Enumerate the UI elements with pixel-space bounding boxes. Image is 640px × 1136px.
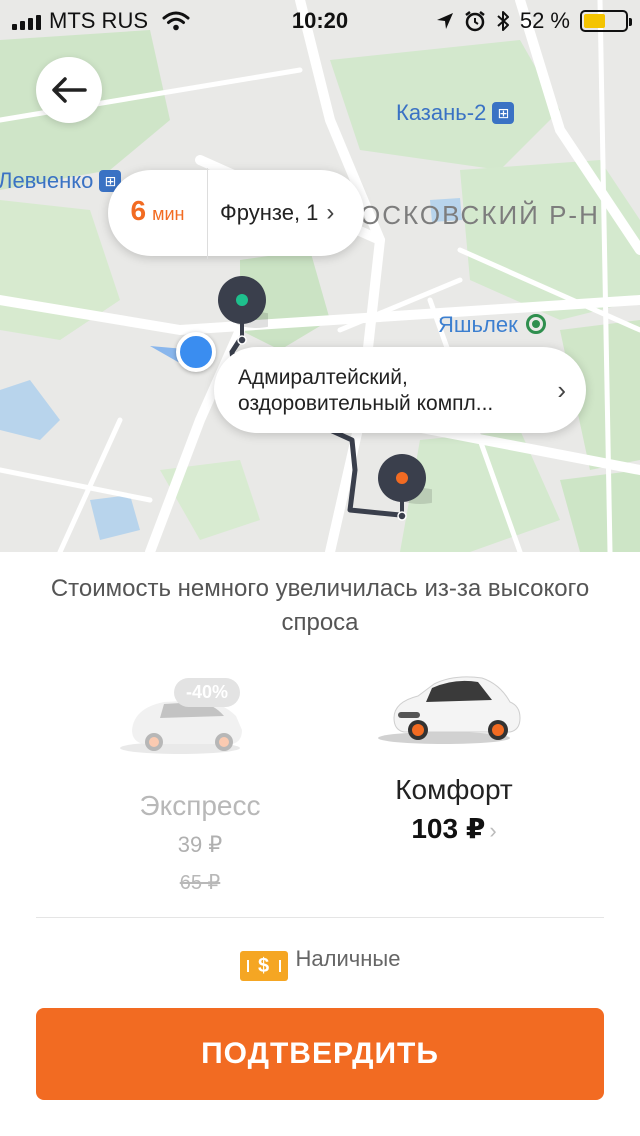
map-label-kazan: Казань-2 ⊞: [396, 100, 515, 126]
chevron-right-icon: ›: [557, 375, 566, 405]
station-name: Казань-2: [396, 100, 487, 125]
map-label-yashlek: Яшьлек: [438, 312, 546, 338]
tariff-name: Комфорт: [395, 774, 513, 805]
pickup-eta-pill[interactable]: 6 мин Фрунзе, 1 ›: [108, 167, 364, 259]
tariff-price-row: 103 ₽ ›: [314, 812, 594, 845]
metro-icon: [525, 314, 546, 334]
destination-pin-icon: [378, 454, 432, 521]
arrow-left-icon: [52, 77, 87, 103]
tariff-name: Экспресс: [139, 790, 261, 821]
wifi-icon: [162, 11, 190, 31]
car-image: [314, 672, 594, 762]
surge-notice: Стоимость немного увеличилась из-за высо…: [50, 575, 590, 636]
payment-method-label: Наличные: [295, 946, 401, 971]
alarm-icon: [465, 11, 485, 32]
destination-pill[interactable]: Адмиралтейский, оздоровительный компл...…: [214, 347, 586, 433]
battery-level: [584, 14, 605, 28]
destination-line-1: Адмиралтейский,: [238, 366, 408, 389]
destination-line-2: оздоровительный компл...: [238, 392, 494, 415]
pickup-address-text: Фрунзе, 1: [220, 200, 319, 225]
battery-percent: 52 %: [519, 8, 570, 33]
chevron-right-icon: ›: [326, 199, 335, 226]
carrier-name: MTS RUS: [49, 8, 148, 33]
bluetooth-icon: [497, 11, 509, 31]
cash-icon: $: [239, 951, 288, 981]
tariff-price: 103 ₽: [411, 813, 486, 844]
battery-icon: [580, 10, 632, 32]
status-bar: MTS RUS 10:20 52 %: [0, 0, 640, 40]
tariff-comfort[interactable]: Комфорт 103 ₽ ›: [314, 672, 594, 845]
tariff-price: 39 ₽: [177, 832, 223, 857]
pickup-address: Фрунзе, 1 ›: [208, 199, 364, 227]
station-name: Яшьлек: [438, 312, 518, 337]
tariff-express[interactable]: -40% Экспресс 39 ₽ 65 ₽: [60, 672, 340, 895]
station-name: Левченко: [0, 168, 94, 193]
location-arrow-icon: [436, 13, 453, 29]
user-location-dot: [176, 332, 216, 372]
eta-value: 6: [130, 194, 147, 226]
map-label-district: ОСКОВСКИЙ Р-Н: [360, 200, 600, 230]
confirm-button[interactable]: ПОДТВЕРДИТЬ: [36, 1008, 604, 1100]
eta-unit: мин: [152, 203, 185, 224]
tariff-old-price: 65 ₽: [179, 872, 221, 894]
divider: [36, 917, 604, 918]
map[interactable]: Казань-2 ⊞ Левченко ⊞ ОСКОВСКИЙ Р-Н Яшьлек…: [0, 0, 640, 552]
car-image: -40%: [60, 672, 340, 762]
status-left: MTS RUS: [12, 8, 190, 34]
pickup-pin-icon: [218, 276, 268, 345]
map-label-levchenko: Левченко ⊞: [0, 168, 122, 194]
payment-method[interactable]: $ Наличные: [0, 946, 640, 981]
status-right: 52 %: [436, 8, 632, 34]
eta-time: 6 мин: [108, 167, 208, 259]
back-button[interactable]: [36, 57, 102, 123]
discount-badge: -40%: [174, 678, 241, 707]
signal-icon: [12, 12, 41, 30]
car-icon: [378, 676, 521, 744]
train-icon: ⊞: [492, 102, 515, 124]
chevron-right-icon: ›: [489, 818, 497, 843]
order-sheet: Стоимость немного увеличилась из-за высо…: [0, 552, 640, 1136]
